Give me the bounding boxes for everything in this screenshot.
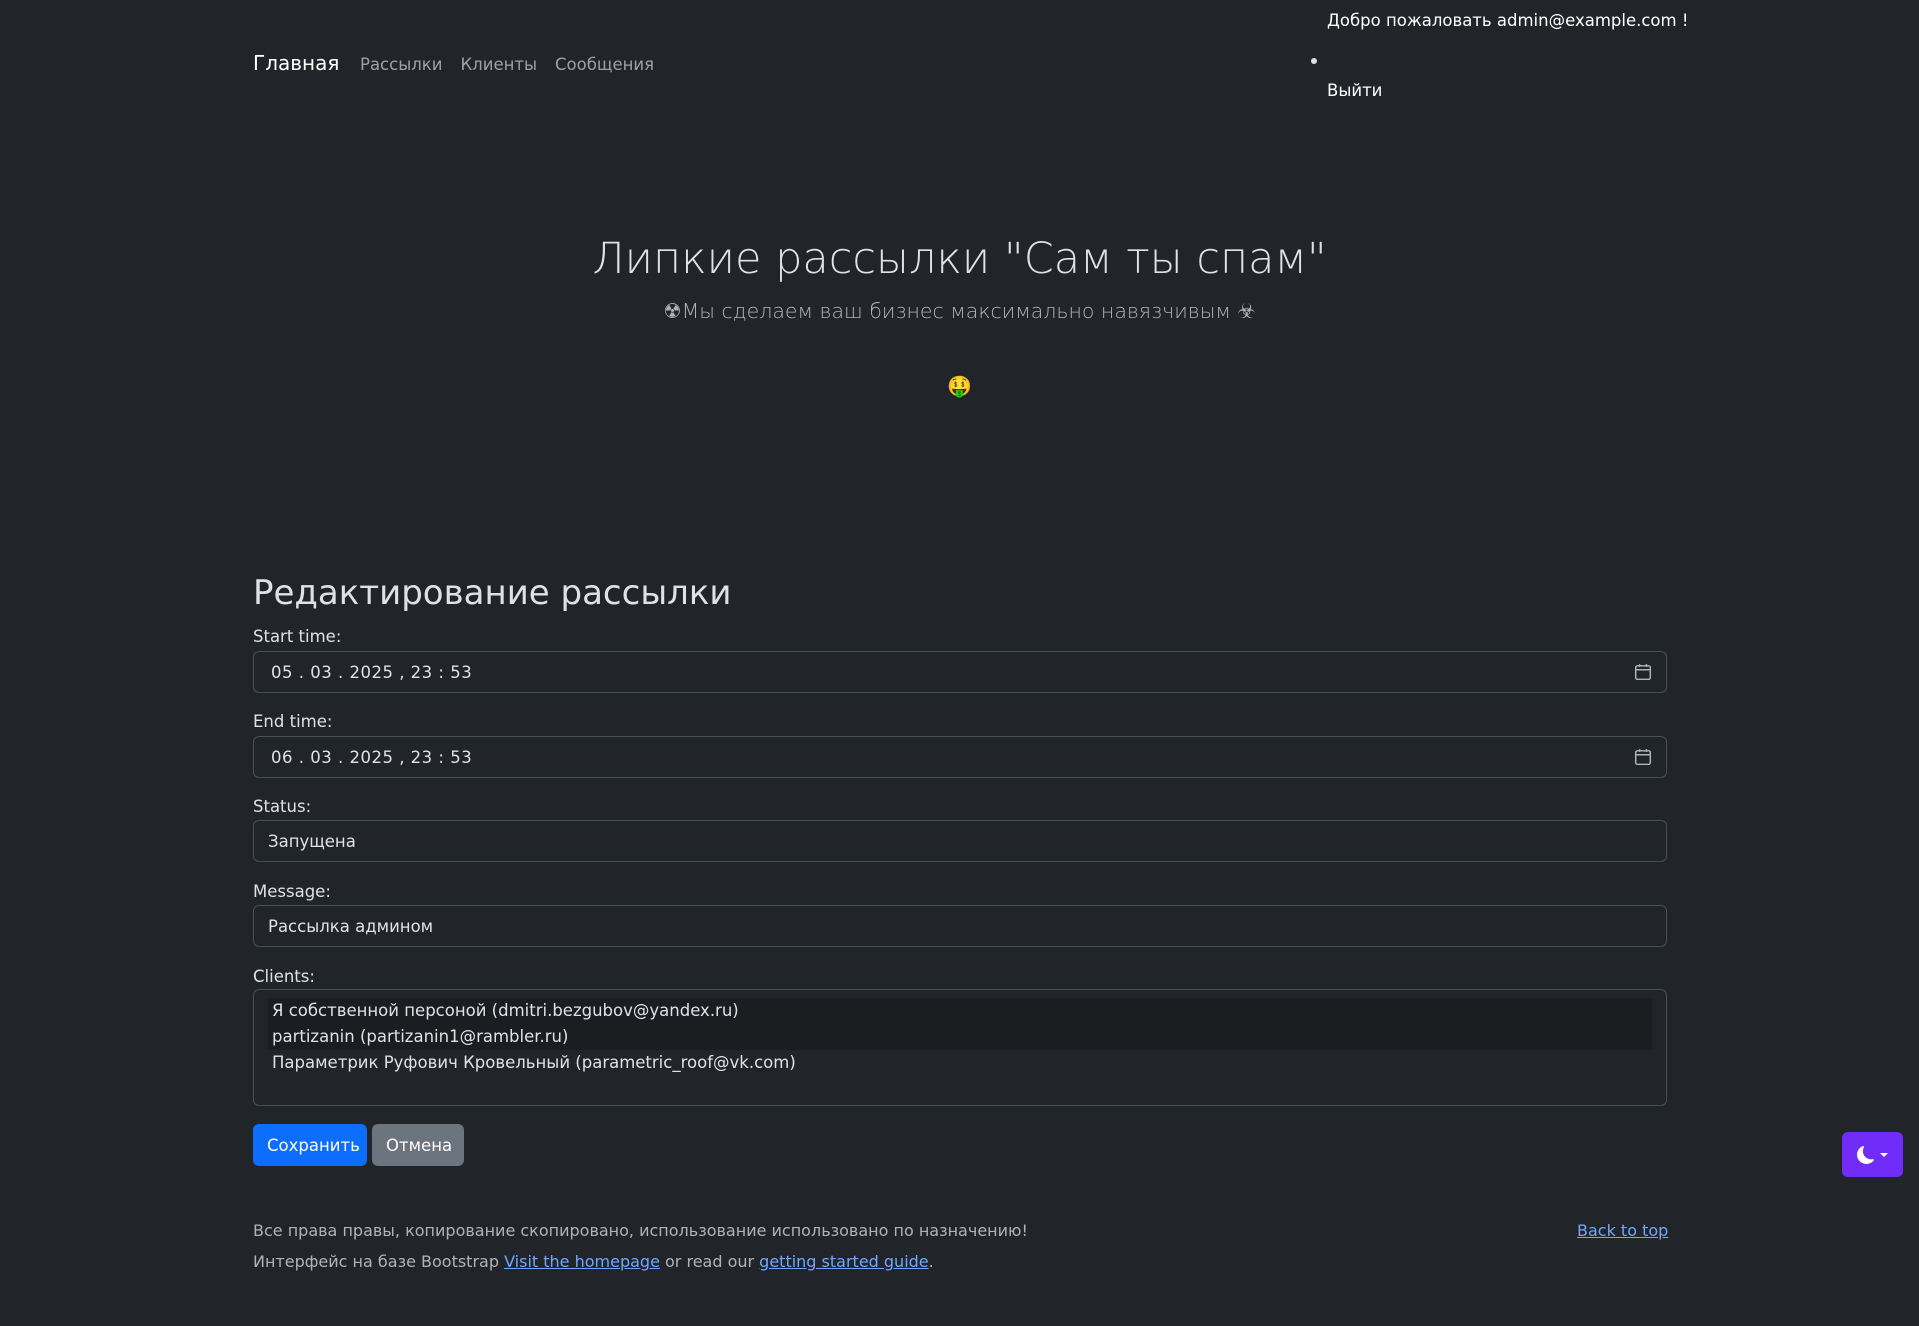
footer-prefix: Интерфейс на базе Bootstrap [253,1252,505,1271]
end-time-value: 06 . 03 . 2025 , 23 : 53 [271,747,473,767]
message-label: Message: [253,882,331,901]
start-time-label: Start time: [253,627,342,646]
logout-link[interactable]: Выйти [1327,81,1382,100]
back-to-top-link[interactable]: Back to top [1577,1221,1668,1240]
caret-down-icon [1879,1152,1888,1157]
client-option[interactable]: Я собственной персоной (dmitri.bezgubov@… [268,998,1652,1024]
nav-link-messages[interactable]: Сообщения [555,55,654,74]
message-value: Рассылка админом [268,916,434,936]
clients-label: Clients: [253,967,315,986]
end-time-label: End time: [253,712,333,731]
nav-link-clients[interactable]: Клиенты [460,55,537,74]
message-select[interactable]: Рассылка админом [253,905,1667,947]
status-input[interactable]: Запущена [253,820,1667,862]
nav-brand[interactable]: Главная [253,51,339,75]
list-bullet [1311,58,1317,64]
hero-title: Липкие рассылки "Сам ты спам" [592,234,1327,284]
theme-toggle-button[interactable] [1842,1132,1903,1177]
footer-bootstrap: Интерфейс на базе Bootstrap Visit the ho… [253,1252,934,1271]
welcome-text: Добро пожаловать admin@example.com ! [1327,11,1689,30]
status-value: Запущена [268,831,356,851]
footer-suffix: . [928,1252,934,1271]
end-time-input[interactable]: 06 . 03 . 2025 , 23 : 53 [253,736,1667,778]
clients-multiselect[interactable]: Я собственной персоной (dmitri.bezgubov@… [253,989,1667,1106]
footer-copyright: Все права правы, копирование скопировано… [253,1221,1028,1240]
nav-links: Рассылки Клиенты Сообщения [360,55,654,74]
moon-icon [1856,1145,1874,1164]
save-button[interactable]: Сохранить [253,1124,367,1166]
start-time-input[interactable]: 05 . 03 . 2025 , 23 : 53 [253,651,1667,693]
nav-link-mailings[interactable]: Рассылки [360,55,442,74]
form-title: Редактирование рассылки [253,573,732,613]
calendar-icon[interactable] [1634,748,1652,766]
hero-subtitle: ☢Мы сделаем ваш бизнес максимально навяз… [663,299,1256,323]
start-time-value: 05 . 03 . 2025 , 23 : 53 [271,662,473,682]
client-option[interactable]: Параметрик Руфович Кровельный (parametri… [268,1050,1652,1076]
footer-middle: or read our [659,1252,760,1271]
client-option[interactable]: partizanin (partizanin1@rambler.ru) [268,1024,1652,1050]
guide-link[interactable]: getting started guide [759,1252,928,1271]
money-face-emoji: 🤑 [947,374,972,398]
calendar-icon[interactable] [1634,663,1652,681]
status-label: Status: [253,797,312,816]
homepage-link[interactable]: Visit the homepage [504,1252,660,1271]
cancel-button[interactable]: Отмена [372,1124,464,1166]
